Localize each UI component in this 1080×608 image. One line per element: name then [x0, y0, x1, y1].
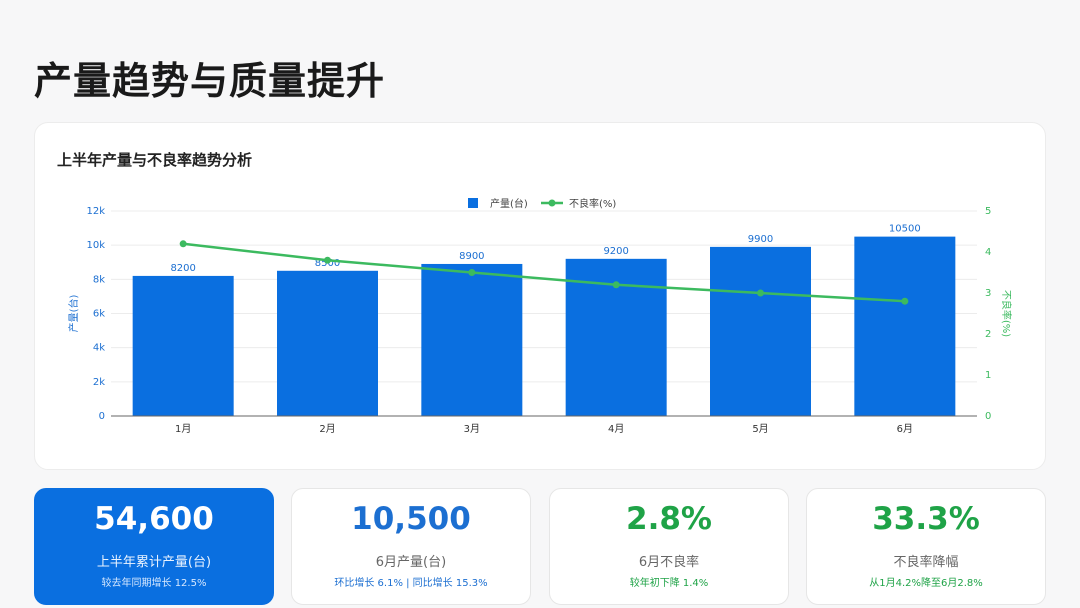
page-title: 产量趋势与质量提升 [34, 59, 386, 103]
y2-tick-label: 0 [985, 411, 991, 422]
kpi-sub: 环比增长 6.1% | 同比增长 15.3% [334, 578, 488, 589]
y-axis-title: 产量(台) [67, 295, 80, 333]
bar [421, 263, 523, 416]
chart-card: 上半年产量与不良率趋势分析 0 2k 4k 6k 8k 10k 12k 0 1 2 3 4 5 产量(台)… [34, 122, 1046, 470]
kpi-label: 上半年累计产量(台) [96, 555, 212, 570]
defect-rate-point [468, 269, 476, 276]
x-tick-label: 3月 [464, 423, 480, 435]
y-tick-label: 6k [93, 309, 105, 320]
defect-rate-point [324, 256, 331, 264]
legend-marker-defect [548, 199, 556, 207]
x-tick-label: 1月 [175, 423, 191, 435]
bar [132, 275, 234, 416]
bar [277, 270, 378, 416]
kpi-value: 54,600 [94, 501, 214, 537]
kpi-card-june-output: 10,500 6月产量(台) 环比增长 6.1% | 同比增长 15.3% [291, 488, 531, 605]
defect-rate-point [179, 240, 187, 248]
kpi-label: 不良率降幅 [893, 555, 959, 570]
kpi-value: 10,500 [351, 501, 471, 537]
y2-axis-title: 不良率(%) [1000, 290, 1013, 337]
x-tick-label: 4月 [608, 423, 624, 435]
defect-rate-point [901, 297, 909, 305]
legend-swatch-output [468, 198, 478, 208]
kpi-card-total-output: 54,600 上半年累计产量(台) 较去年同期增长 12.5% [34, 488, 274, 605]
kpi-sub: 从1月4.2%降至6月2.8% [869, 578, 983, 589]
y-tick-label: 4k [93, 343, 105, 354]
combo-chart: 02k4k6k8k10k12k012345产量(台)不良率(%)82001月85… [67, 197, 1013, 435]
bar-value-label: 8200 [170, 263, 195, 274]
y-tick-label: 0 [99, 411, 105, 422]
legend-label-defect: 不良率(%) [569, 197, 616, 210]
y2-tick-label: 3 [985, 288, 991, 299]
x-tick-label: 5月 [752, 423, 768, 435]
kpi-label: 6月不良率 [638, 555, 700, 570]
defect-rate-point [757, 289, 764, 297]
y-tick-label: 12k [86, 206, 105, 217]
y-tick-label: 10k [86, 240, 105, 251]
y2-tick-label: 1 [985, 370, 991, 381]
kpi-sub: 较年初下降 1.4% [629, 578, 709, 589]
kpi-value: 2.8% [626, 501, 712, 537]
defect-rate-point [612, 281, 620, 289]
bar-value-label: 10500 [889, 224, 921, 235]
y-tick-label: 2k [93, 377, 105, 388]
x-tick-label: 2月 [319, 423, 335, 435]
y2-tick-label: 2 [985, 329, 991, 340]
y2-tick-label: 4 [985, 247, 991, 258]
x-tick-label: 6月 [897, 423, 913, 435]
y-tick-label: 8k [93, 274, 105, 285]
y2-tick-label: 5 [985, 206, 991, 217]
kpi-card-defect-reduction: 33.3% 不良率降幅 从1月4.2%降至6月2.8% [806, 488, 1046, 605]
bar [854, 236, 956, 416]
bar-value-label: 8900 [459, 251, 484, 262]
bar-value-label: 9900 [748, 234, 773, 245]
kpi-label: 6月产量(台) [375, 555, 447, 570]
bar [710, 246, 811, 416]
legend-label-output: 产量(台) [490, 197, 528, 210]
kpi-value: 33.3% [872, 501, 980, 537]
bar-value-label: 9200 [603, 246, 628, 257]
kpi-card-june-defect-rate: 2.8% 6月不良率 较年初下降 1.4% [549, 488, 789, 605]
kpi-sub: 较去年同期增长 12.5% [101, 578, 207, 589]
